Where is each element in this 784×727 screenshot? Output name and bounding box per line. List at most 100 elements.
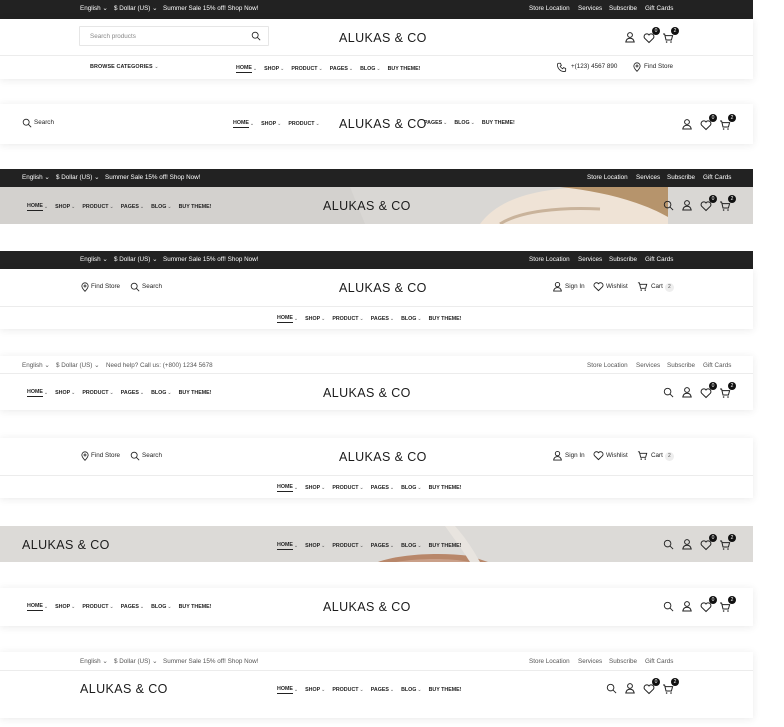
nav-product[interactable]: PRODUCT ⌄ (82, 604, 113, 610)
user-icon[interactable] (681, 386, 693, 398)
nav-blog[interactable]: BLOG ⌄ (151, 390, 172, 396)
subscribe-link[interactable]: Subscribe (609, 5, 637, 12)
nav-product[interactable]: PRODUCT ⌄ (82, 204, 113, 210)
wishlist-button[interactable]: 0 (643, 678, 660, 694)
currency-select[interactable]: $ Dollar (US) ⌄ (114, 5, 157, 12)
search-input[interactable]: Search products (79, 26, 269, 46)
nav-pages[interactable]: PAGES ⌄ (121, 390, 144, 396)
currency-select[interactable]: $ Dollar (US) ⌄ (114, 658, 157, 665)
services-link[interactable]: Services (578, 658, 602, 665)
user-icon[interactable] (624, 31, 636, 43)
cart-link[interactable]: Cart 2 (651, 283, 674, 292)
nav-blog[interactable]: BLOG ⌄ (401, 316, 422, 322)
nav-shop[interactable]: SHOP ⌄ (55, 204, 75, 210)
store-location-link[interactable]: Store Location (529, 256, 570, 263)
logo[interactable]: ALUKAS & CO (339, 282, 427, 295)
search-link[interactable]: Search (142, 452, 162, 459)
logo[interactable]: ALUKAS & CO (22, 539, 110, 552)
browse-categories-button[interactable]: BROWSE CATEGORIES ⌄ (90, 64, 159, 70)
nav-pages[interactable]: PAGES ⌄ (371, 687, 394, 693)
user-icon[interactable] (624, 682, 636, 694)
nav-buy-theme[interactable]: BUY THEME! (429, 687, 462, 693)
services-link[interactable]: Services (636, 174, 660, 181)
nav-buy-theme[interactable]: BUY THEME! (179, 204, 212, 210)
phone-number[interactable]: +(123) 4567 890 (571, 63, 617, 70)
nav-product[interactable]: PRODUCT ⌄ (332, 485, 363, 491)
wishlist-button[interactable]: 0 (700, 534, 717, 550)
user-icon[interactable] (681, 199, 693, 211)
logo[interactable]: ALUKAS & CO (323, 200, 411, 213)
nav-home[interactable]: HOME ⌄ (27, 203, 48, 211)
services-link[interactable]: Services (578, 256, 602, 263)
nav-home[interactable]: HOME ⌄ (236, 65, 257, 73)
nav-shop[interactable]: SHOP ⌄ (261, 121, 281, 127)
currency-select[interactable]: $ Dollar (US) ⌄ (56, 174, 99, 181)
cart-button[interactable]: 2 (719, 195, 736, 211)
store-location-link[interactable]: Store Location (587, 174, 628, 181)
logo[interactable]: ALUKAS & CO (80, 683, 168, 696)
logo[interactable]: ALUKAS & CO (323, 387, 411, 400)
nav-shop[interactable]: SHOP ⌄ (305, 687, 325, 693)
sign-in-link[interactable]: Sign In (565, 283, 585, 290)
user-icon[interactable] (681, 538, 693, 550)
store-location-link[interactable]: Store Location (529, 658, 570, 665)
promo-link[interactable]: Summer Sale 15% off! Shop Now! (163, 658, 258, 665)
nav-blog[interactable]: BLOG ⌄ (151, 604, 172, 610)
search-link[interactable]: Search (142, 283, 162, 290)
search-icon[interactable] (251, 31, 261, 41)
subscribe-link[interactable]: Subscribe (609, 658, 637, 665)
nav-home[interactable]: HOME ⌄ (277, 315, 298, 323)
search-icon[interactable] (606, 683, 617, 694)
nav-home[interactable]: HOME ⌄ (277, 542, 298, 550)
language-select[interactable]: English ⌄ (22, 362, 50, 369)
gift-cards-link[interactable]: Gift Cards (645, 5, 673, 12)
sign-in-link[interactable]: Sign In (565, 452, 585, 459)
nav-shop[interactable]: SHOP ⌄ (55, 390, 75, 396)
find-store-link[interactable]: Find Store (91, 283, 120, 290)
store-location-link[interactable]: Store Location (587, 362, 628, 369)
services-link[interactable]: Services (636, 362, 660, 369)
search-icon[interactable] (22, 118, 32, 128)
nav-shop[interactable]: SHOP ⌄ (305, 543, 325, 549)
find-store-link[interactable]: Find Store (644, 63, 673, 70)
language-select[interactable]: English ⌄ (80, 256, 108, 263)
gift-cards-link[interactable]: Gift Cards (645, 256, 673, 263)
subscribe-link[interactable]: Subscribe (667, 362, 695, 369)
nav-pages[interactable]: PAGES ⌄ (371, 543, 394, 549)
cart-button[interactable]: 2 (662, 27, 679, 43)
nav-blog[interactable]: BLOG ⌄ (401, 687, 422, 693)
cart-button[interactable]: 2 (719, 114, 736, 130)
nav-blog[interactable]: BLOG ⌄ (401, 485, 422, 491)
gift-cards-link[interactable]: Gift Cards (645, 658, 673, 665)
gift-cards-link[interactable]: Gift Cards (703, 362, 731, 369)
logo[interactable]: ALUKAS & CO (339, 451, 427, 464)
nav-home[interactable]: HOME ⌄ (27, 389, 48, 397)
nav-home[interactable]: HOME ⌄ (27, 603, 48, 611)
cart-button[interactable]: 2 (662, 678, 679, 694)
nav-buy-theme[interactable]: BUY THEME! (388, 66, 421, 72)
wishlist-button[interactable]: 0 (700, 596, 717, 612)
nav-blog[interactable]: BLOG ⌄ (151, 204, 172, 210)
nav-product[interactable]: PRODUCT ⌄ (332, 543, 363, 549)
nav-pages[interactable]: PAGES ⌄ (121, 204, 144, 210)
wishlist-link[interactable]: Wishlist (606, 452, 628, 459)
cart-link[interactable]: Cart 2 (651, 452, 674, 461)
nav-pages[interactable]: PAGES ⌄ (330, 66, 353, 72)
logo[interactable]: ALUKAS & CO (339, 118, 427, 131)
search-icon[interactable] (663, 539, 674, 550)
wishlist-button[interactable]: 0 (700, 382, 717, 398)
nav-buy-theme[interactable]: BUY THEME! (429, 543, 462, 549)
user-icon[interactable] (681, 118, 693, 130)
user-icon[interactable] (681, 600, 693, 612)
promo-link[interactable]: Summer Sale 15% off! Shop Now! (105, 174, 200, 181)
nav-blog[interactable]: BLOG ⌄ (360, 66, 381, 72)
gift-cards-link[interactable]: Gift Cards (703, 174, 731, 181)
wishlist-button[interactable]: 0 (643, 27, 660, 43)
currency-select[interactable]: $ Dollar (US) ⌄ (114, 256, 157, 263)
nav-product[interactable]: PRODUCT ⌄ (332, 687, 363, 693)
subscribe-link[interactable]: Subscribe (667, 174, 695, 181)
cart-button[interactable]: 2 (719, 382, 736, 398)
nav-buy-theme[interactable]: BUY THEME! (482, 120, 515, 126)
find-store-link[interactable]: Find Store (91, 452, 120, 459)
promo-link[interactable]: Summer Sale 15% off! Shop Now! (163, 256, 258, 263)
